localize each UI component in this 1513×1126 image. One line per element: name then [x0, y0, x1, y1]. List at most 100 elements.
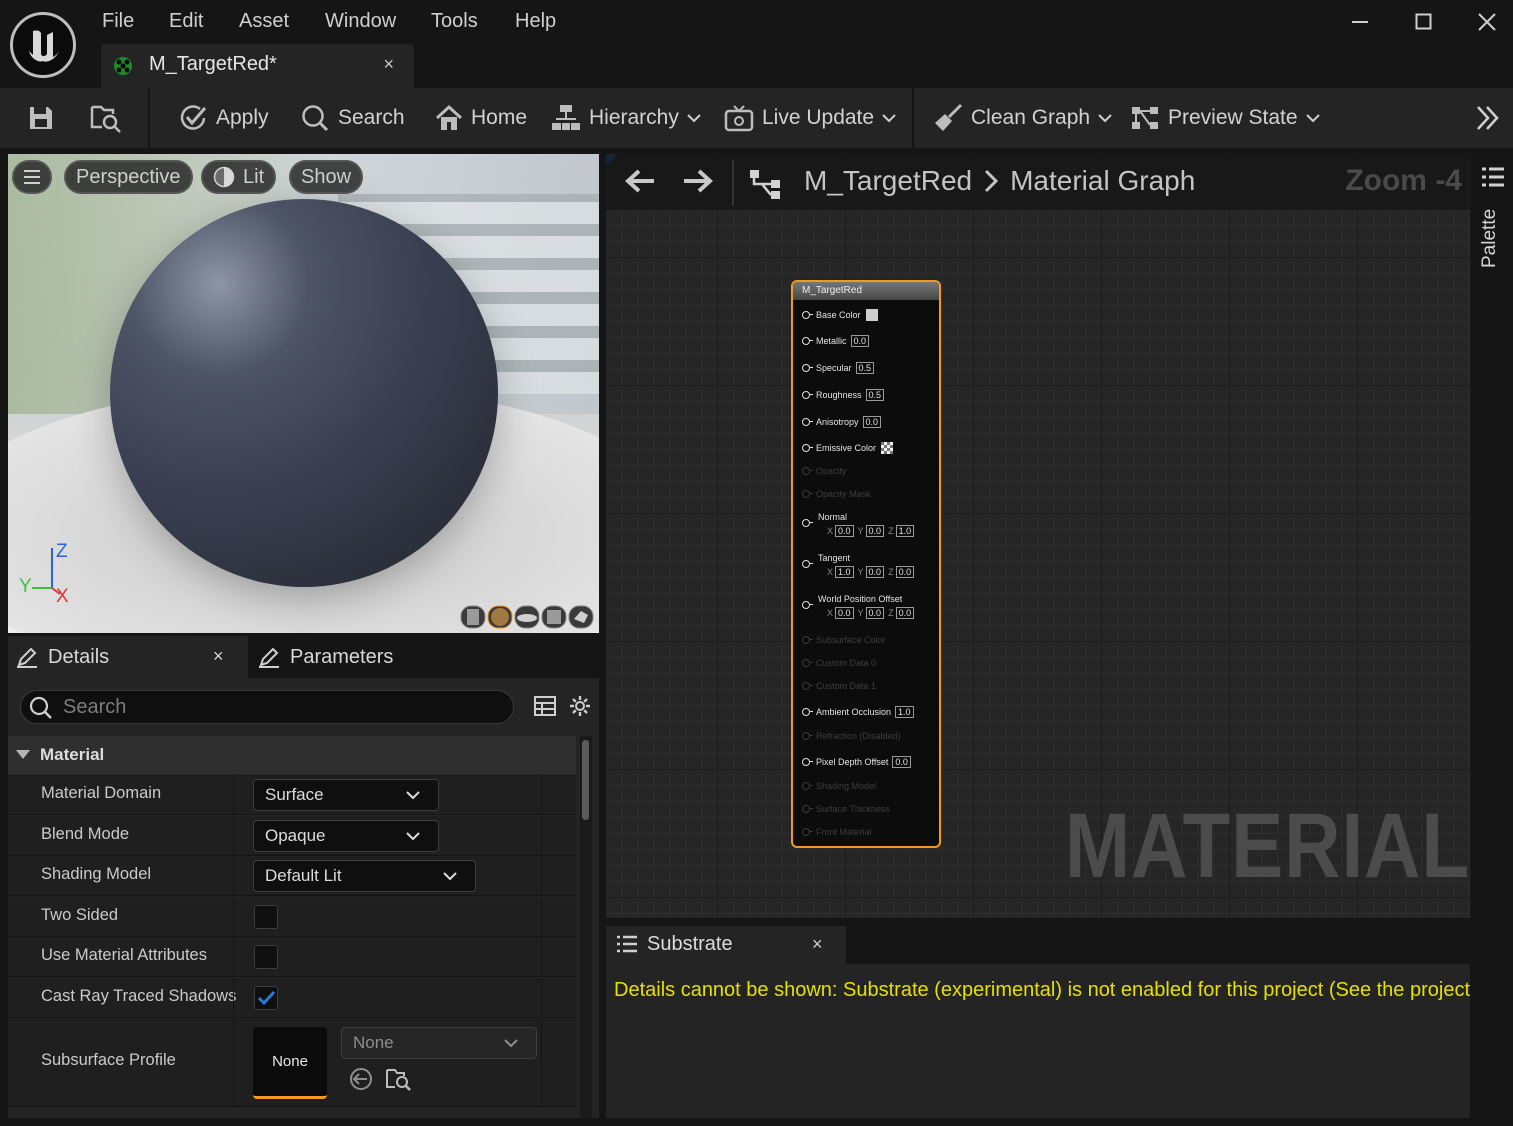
pin-value[interactable]: 0.0 — [895, 566, 915, 578]
pin-icon — [802, 364, 813, 372]
use-selected-asset-icon[interactable] — [348, 1066, 374, 1092]
menu-edit[interactable]: Edit — [169, 10, 203, 33]
cast-ray-traced-shadows-checkbox[interactable] — [254, 986, 278, 1010]
details-search-input[interactable]: Search — [20, 690, 514, 724]
pin-value[interactable]: 0.5 — [855, 362, 875, 374]
plane-shape-icon[interactable] — [514, 605, 540, 629]
category-material[interactable]: Material — [8, 736, 576, 774]
pin-world-position-offset[interactable] — [802, 601, 816, 609]
chevron-down-icon — [882, 113, 904, 123]
table-view-icon[interactable] — [534, 695, 556, 717]
shading-model-combo[interactable]: Default Lit — [253, 860, 476, 892]
subsurface-profile-combo[interactable]: None — [341, 1027, 537, 1059]
back-arrow-icon[interactable] — [624, 168, 656, 194]
breadcrumb-asset[interactable]: M_TargetRed — [804, 165, 972, 197]
pin-emissive-color[interactable]: Emissive Color — [802, 442, 894, 454]
material-domain-combo[interactable]: Surface — [253, 779, 439, 811]
live-update-dropdown[interactable]: Live Update — [724, 103, 904, 133]
pin-value[interactable]: 1.0 — [895, 525, 915, 537]
pin-value[interactable]: 0.0 — [835, 525, 854, 537]
breadcrumb-graph[interactable]: Material Graph — [1010, 165, 1195, 197]
tab-details[interactable]: Details × — [8, 636, 248, 678]
tab-parameters[interactable]: Parameters — [258, 636, 393, 678]
material-graph-canvas[interactable]: M_TargetRed Material Graph Zoom -4 MATER… — [606, 154, 1470, 918]
pin-tangent[interactable] — [802, 560, 816, 568]
pin-value[interactable]: 0.0 — [835, 607, 854, 619]
pin-anisotropy[interactable]: Anisotropy 0.0 — [802, 416, 882, 428]
pin-value[interactable]: 0.0 — [865, 525, 885, 537]
subsurface-profile-thumbnail[interactable]: None — [253, 1027, 327, 1099]
pin-value[interactable]: 0.0 — [892, 756, 911, 768]
palette-tab[interactable]: Palette — [1479, 209, 1501, 268]
pin-icon — [802, 828, 813, 836]
clean-graph-dropdown[interactable]: Clean Graph — [933, 103, 1120, 133]
browse-asset-icon[interactable] — [385, 1066, 413, 1092]
menu-help[interactable]: Help — [515, 10, 556, 33]
sphere-shape-icon[interactable] — [487, 605, 513, 629]
pin-value[interactable]: 0.0 — [895, 607, 915, 619]
document-tab[interactable]: M_TargetRed* × — [101, 44, 414, 88]
emissive-color-swatch[interactable] — [881, 442, 894, 454]
pin-specular[interactable]: Specular 0.5 — [802, 362, 875, 374]
home-button[interactable]: Home — [435, 103, 527, 133]
menu-tools[interactable]: Tools — [431, 10, 478, 33]
details-scrollbar[interactable] — [580, 736, 592, 1118]
pin-ambient-occlusion[interactable]: Ambient Occlusion 1.0 — [802, 706, 914, 718]
unreal-logo[interactable] — [10, 12, 76, 78]
maximize-icon[interactable] — [1415, 13, 1433, 31]
pin-pixel-depth-offset[interactable]: Pixel Depth Offset 0.0 — [802, 756, 911, 768]
pin-value[interactable]: 1.0 — [835, 566, 854, 578]
pin-value[interactable]: 0.0 — [850, 335, 870, 347]
tab-substrate[interactable]: Substrate × — [606, 926, 846, 964]
pin-base-color[interactable]: Base Color — [802, 309, 878, 321]
column-divider — [233, 937, 234, 976]
blend-mode-combo[interactable]: Opaque — [253, 820, 439, 852]
use-material-attributes-checkbox[interactable] — [254, 945, 278, 969]
pin-metallic[interactable]: Metallic 0.0 — [802, 335, 870, 347]
menu-file[interactable]: File — [102, 10, 134, 33]
forward-arrow-icon[interactable] — [682, 168, 714, 194]
minimize-icon[interactable] — [1351, 8, 1369, 28]
toolbar-overflow-button[interactable] — [1475, 103, 1509, 133]
gear-icon[interactable] — [569, 695, 591, 717]
pin-value[interactable]: 1.0 — [895, 706, 914, 718]
save-button[interactable] — [27, 103, 63, 133]
pin-normal[interactable] — [802, 519, 816, 527]
base-color-swatch[interactable] — [865, 309, 878, 321]
material-result-node[interactable]: M_TargetRed Base Color Metallic 0.0 Specu… — [791, 280, 941, 848]
hierarchy-dropdown[interactable]: Hierarchy — [551, 103, 709, 133]
close-window-icon[interactable] — [1477, 12, 1497, 32]
cylinder-shape-icon[interactable] — [460, 605, 486, 629]
column-divider — [541, 937, 542, 976]
palette-list-icon[interactable] — [1481, 166, 1505, 188]
pin-roughness[interactable]: Roughness 0.5 — [802, 389, 885, 401]
show-button[interactable]: Show — [289, 160, 364, 194]
cube-shape-icon[interactable] — [541, 605, 567, 629]
menu-window[interactable]: Window — [325, 10, 396, 33]
substrate-tab-close-button[interactable]: × — [812, 934, 823, 955]
column-divider — [541, 1019, 542, 1106]
viewport-options-button[interactable] — [12, 160, 52, 194]
custom-mesh-icon[interactable] — [568, 605, 594, 629]
preview-state-dropdown[interactable]: Preview State — [1130, 103, 1328, 133]
lit-button[interactable]: Lit — [201, 160, 277, 194]
two-sided-checkbox[interactable] — [254, 905, 278, 929]
pin-surface-thickness: Surface Thickness — [802, 804, 890, 814]
material-preview-viewport[interactable]: Perspective Lit Show Z Y X — [8, 154, 599, 633]
combo-value: Opaque — [265, 826, 326, 845]
chevron-down-icon — [406, 791, 420, 800]
pin-value[interactable]: 0.0 — [865, 566, 885, 578]
pin-value[interactable]: 0.0 — [865, 607, 885, 619]
document-tab-close-button[interactable]: × — [383, 54, 394, 75]
details-tab-close-button[interactable]: × — [213, 646, 224, 667]
pin-value[interactable]: 0.0 — [862, 416, 882, 428]
perspective-button[interactable]: Perspective — [64, 160, 193, 194]
scrollbar-thumb[interactable] — [582, 740, 589, 820]
menu-asset[interactable]: Asset — [239, 10, 289, 33]
pin-value[interactable]: 0.5 — [865, 389, 885, 401]
browse-asset-button[interactable] — [89, 103, 131, 133]
graph-hierarchy-icon[interactable] — [748, 166, 782, 200]
apply-button[interactable]: Apply — [178, 103, 269, 133]
folder-search-icon — [89, 103, 131, 133]
search-button[interactable]: Search — [300, 103, 405, 133]
